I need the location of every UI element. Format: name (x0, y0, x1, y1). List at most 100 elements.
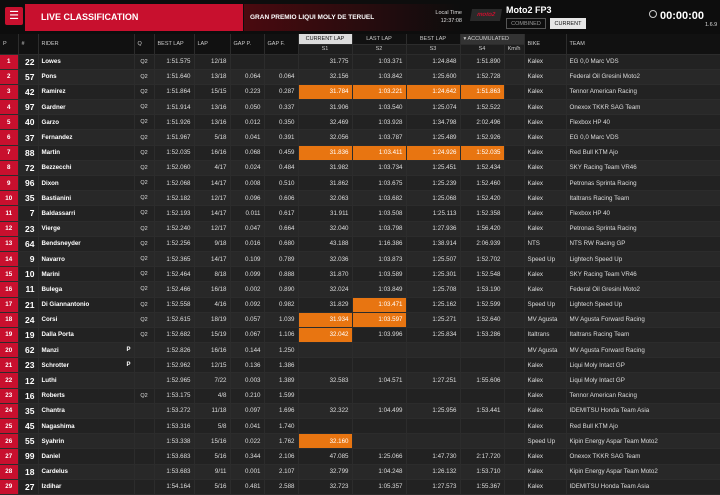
s1-cell: 32.322 (298, 403, 353, 420)
col-number[interactable]: # (18, 34, 39, 55)
s3-cell (406, 433, 461, 450)
col-team[interactable]: TEAM (566, 34, 720, 55)
s3-cell: 1:25.489 (406, 129, 461, 146)
col-gap-f[interactable]: GAP F. (264, 34, 299, 55)
number-cell: 64 (18, 236, 39, 252)
table-row[interactable]: 13 64 Bendsneyder Q2 1:52.256 9/18 0.016 0.680 4… (0, 236, 720, 252)
number-cell: 99 (18, 448, 39, 465)
s3-cell: 1:25.113 (406, 205, 461, 222)
table-row[interactable]: 21 23 Schrotter P 1:52.962 12/15 0.136 1.386 Kal… (0, 357, 720, 374)
col-s2[interactable]: S2 (352, 44, 407, 55)
s3-cell: 1:25.451 (406, 160, 461, 177)
rider-name: Di Giannantonio (41, 301, 90, 309)
pos-cell: 12 (0, 221, 19, 237)
lap-cell: 15/19 (194, 327, 231, 344)
col-s3[interactable]: S3 (406, 44, 461, 55)
col-p[interactable]: P (0, 34, 19, 55)
s4-cell: 1:55.606 (460, 372, 505, 389)
q-cell: Q2 (134, 69, 155, 85)
speed-cell (504, 342, 525, 359)
table-row[interactable]: 8 72 Bezzecchi Q2 1:52.060 4/17 0.024 0.484 31.9… (0, 160, 720, 177)
tab-current-lap[interactable]: CURRENT LAP (298, 34, 353, 45)
rider-name: Schrotter (41, 361, 70, 369)
table-row[interactable]: 4 97 Gardner Q2 1:51.914 13/16 0.050 0.337 31.90… (0, 99, 720, 116)
s2-cell (352, 357, 407, 374)
table-row[interactable]: 15 10 Marini Q2 1:52.464 8/18 0.099 0.888 31.870… (0, 266, 720, 283)
table-row[interactable]: 14 9 Navarro Q2 1:52.365 14/17 0.109 0.789 32.03… (0, 251, 720, 268)
speed-cell (504, 357, 525, 374)
col-best-lap[interactable]: BEST LAP (154, 34, 195, 55)
table-row[interactable]: 11 7 Baldassarri Q2 1:52.193 14/17 0.011 0.617 3… (0, 205, 720, 222)
s3-cell: 1:27.251 (406, 372, 461, 389)
gap-f-cell: 0.606 (264, 190, 299, 207)
table-row[interactable]: 1 22 Lowes Q2 1:51.575 12/18 31.775 1:03.371 1:2… (0, 54, 720, 70)
table-row[interactable]: 7 88 Martin Q2 1:52.035 16/16 0.068 0.459 31.836… (0, 145, 720, 161)
speed-cell (504, 145, 525, 161)
col-speed[interactable]: Km/h (504, 44, 525, 55)
number-cell: 27 (18, 479, 39, 495)
table-row[interactable]: 12 23 Vierge Q2 1:52.240 12/17 0.047 0.664 32.04… (0, 221, 720, 237)
col-q[interactable]: Q (134, 34, 155, 55)
col-s4[interactable]: S4 (460, 44, 505, 55)
table-row[interactable]: 16 11 Bulega Q2 1:52.466 16/18 0.002 0.890 32.02… (0, 281, 720, 298)
gap-f-cell: 1.599 (264, 388, 299, 404)
table-row[interactable]: 28 18 Cardelus 1:53.683 9/11 0.001 2.107 32.799… (0, 464, 720, 480)
best-lap-cell: 1:52.615 (154, 312, 195, 328)
table-row[interactable]: 23 16 Roberts Q2 1:53.175 4/8 0.210 1.599 Kalex T… (0, 388, 720, 404)
gap-f-cell (264, 54, 299, 70)
gap-f-cell: 0.484 (264, 160, 299, 177)
number-cell: 97 (18, 99, 39, 116)
accumulated-dropdown[interactable]: ▾ ACCUMULATED (460, 34, 525, 45)
speed-cell (504, 236, 525, 252)
table-row[interactable]: 29 27 Izdihar 1:54.164 5/16 0.481 2.588 32.723 1… (0, 479, 720, 495)
table-row[interactable]: 27 99 Daniel 1:53.683 5/16 0.344 2.106 47.085 1:… (0, 448, 720, 465)
s3-cell (406, 342, 461, 359)
tab-best-lap[interactable]: BEST LAP (406, 34, 461, 45)
col-gap-p[interactable]: GAP P. (230, 34, 265, 55)
col-rider[interactable]: RIDER (38, 34, 135, 55)
table-row[interactable]: 22 12 Luthi 1:52.965 7/22 0.003 1.389 32.583 1:0… (0, 372, 720, 389)
gap-p-cell (230, 54, 265, 70)
table-row[interactable]: 19 19 Dalla Porta Q2 1:52.682 15/19 0.067 1.106… (0, 327, 720, 344)
table-row[interactable]: 6 37 Fernandez Q2 1:51.967 5/18 0.041 0.391 32.0… (0, 129, 720, 146)
classification-table: P # RIDER Q BEST LAP LAP GAP P. GAP F. C… (0, 34, 720, 495)
table-row[interactable]: 3 42 Ramirez Q2 1:51.864 15/15 0.223 0.287 31.78… (0, 84, 720, 101)
current-button[interactable]: CURRENT (550, 18, 586, 29)
pos-cell: 7 (0, 145, 19, 161)
col-lap[interactable]: LAP (194, 34, 231, 55)
tab-last-lap[interactable]: LAST LAP (352, 34, 407, 45)
table-row[interactable]: 10 35 Bastianini Q2 1:52.182 12/17 0.096 0.606 3… (0, 190, 720, 207)
table-row[interactable]: 9 96 Dixon Q2 1:52.068 14/17 0.008 0.510 31.862 1… (0, 175, 720, 192)
table-row[interactable]: 17 21 Di Giannantonio Q2 1:52.558 4/16 0.092 0.… (0, 297, 720, 313)
menu-icon[interactable]: ☰ (5, 7, 23, 25)
table-row[interactable]: 5 40 Garzo Q2 1:51.926 13/16 0.012 0.350 32.469 1… (0, 114, 720, 131)
bike-cell: MV Agusta (524, 342, 567, 359)
q-cell: Q2 (134, 54, 155, 70)
version-label: 1.6.9 (705, 22, 718, 28)
col-bike[interactable]: BIKE (524, 34, 567, 55)
s3-cell: 1:25.162 (406, 297, 461, 313)
pos-cell: 22 (0, 372, 19, 389)
table-row[interactable]: 24 35 Chantra 1:53.272 11/18 0.097 1.696 32.322… (0, 403, 720, 420)
table-row[interactable]: 25 45 Nagashima 1:53.316 5/8 0.041 1.740 Kalex R… (0, 418, 720, 435)
rider-name: Gardner (41, 103, 66, 111)
bike-cell: Kalex (524, 357, 567, 374)
q-cell (134, 342, 155, 359)
pos-cell: 10 (0, 190, 19, 207)
table-row[interactable]: 18 24 Corsi Q2 1:52.615 18/19 0.057 1.039 31.934… (0, 312, 720, 328)
s1-cell: 32.040 (298, 221, 353, 237)
number-cell: 40 (18, 114, 39, 131)
s2-cell: 1:16.386 (352, 236, 407, 252)
table-row[interactable]: 20 62 Manzi P 1:52.826 16/16 0.144 1.250 MV Agus… (0, 342, 720, 359)
col-s1[interactable]: S1 (298, 44, 353, 55)
s4-cell (460, 357, 505, 374)
table-row[interactable]: 26 55 Syahrin 1:53.338 15/16 0.022 1.762 32.160… (0, 433, 720, 450)
bike-cell: NTS (524, 236, 567, 252)
s3-cell (406, 418, 461, 435)
rider-name: Corsi (41, 316, 58, 324)
table-row[interactable]: 2 57 Pons Q2 1:51.640 13/18 0.064 0.064 32.156 1:… (0, 69, 720, 85)
combined-button[interactable]: COMBINED (506, 18, 546, 29)
speed-cell (504, 160, 525, 177)
s3-cell: 1:38.914 (406, 236, 461, 252)
q-cell: Q2 (134, 327, 155, 344)
